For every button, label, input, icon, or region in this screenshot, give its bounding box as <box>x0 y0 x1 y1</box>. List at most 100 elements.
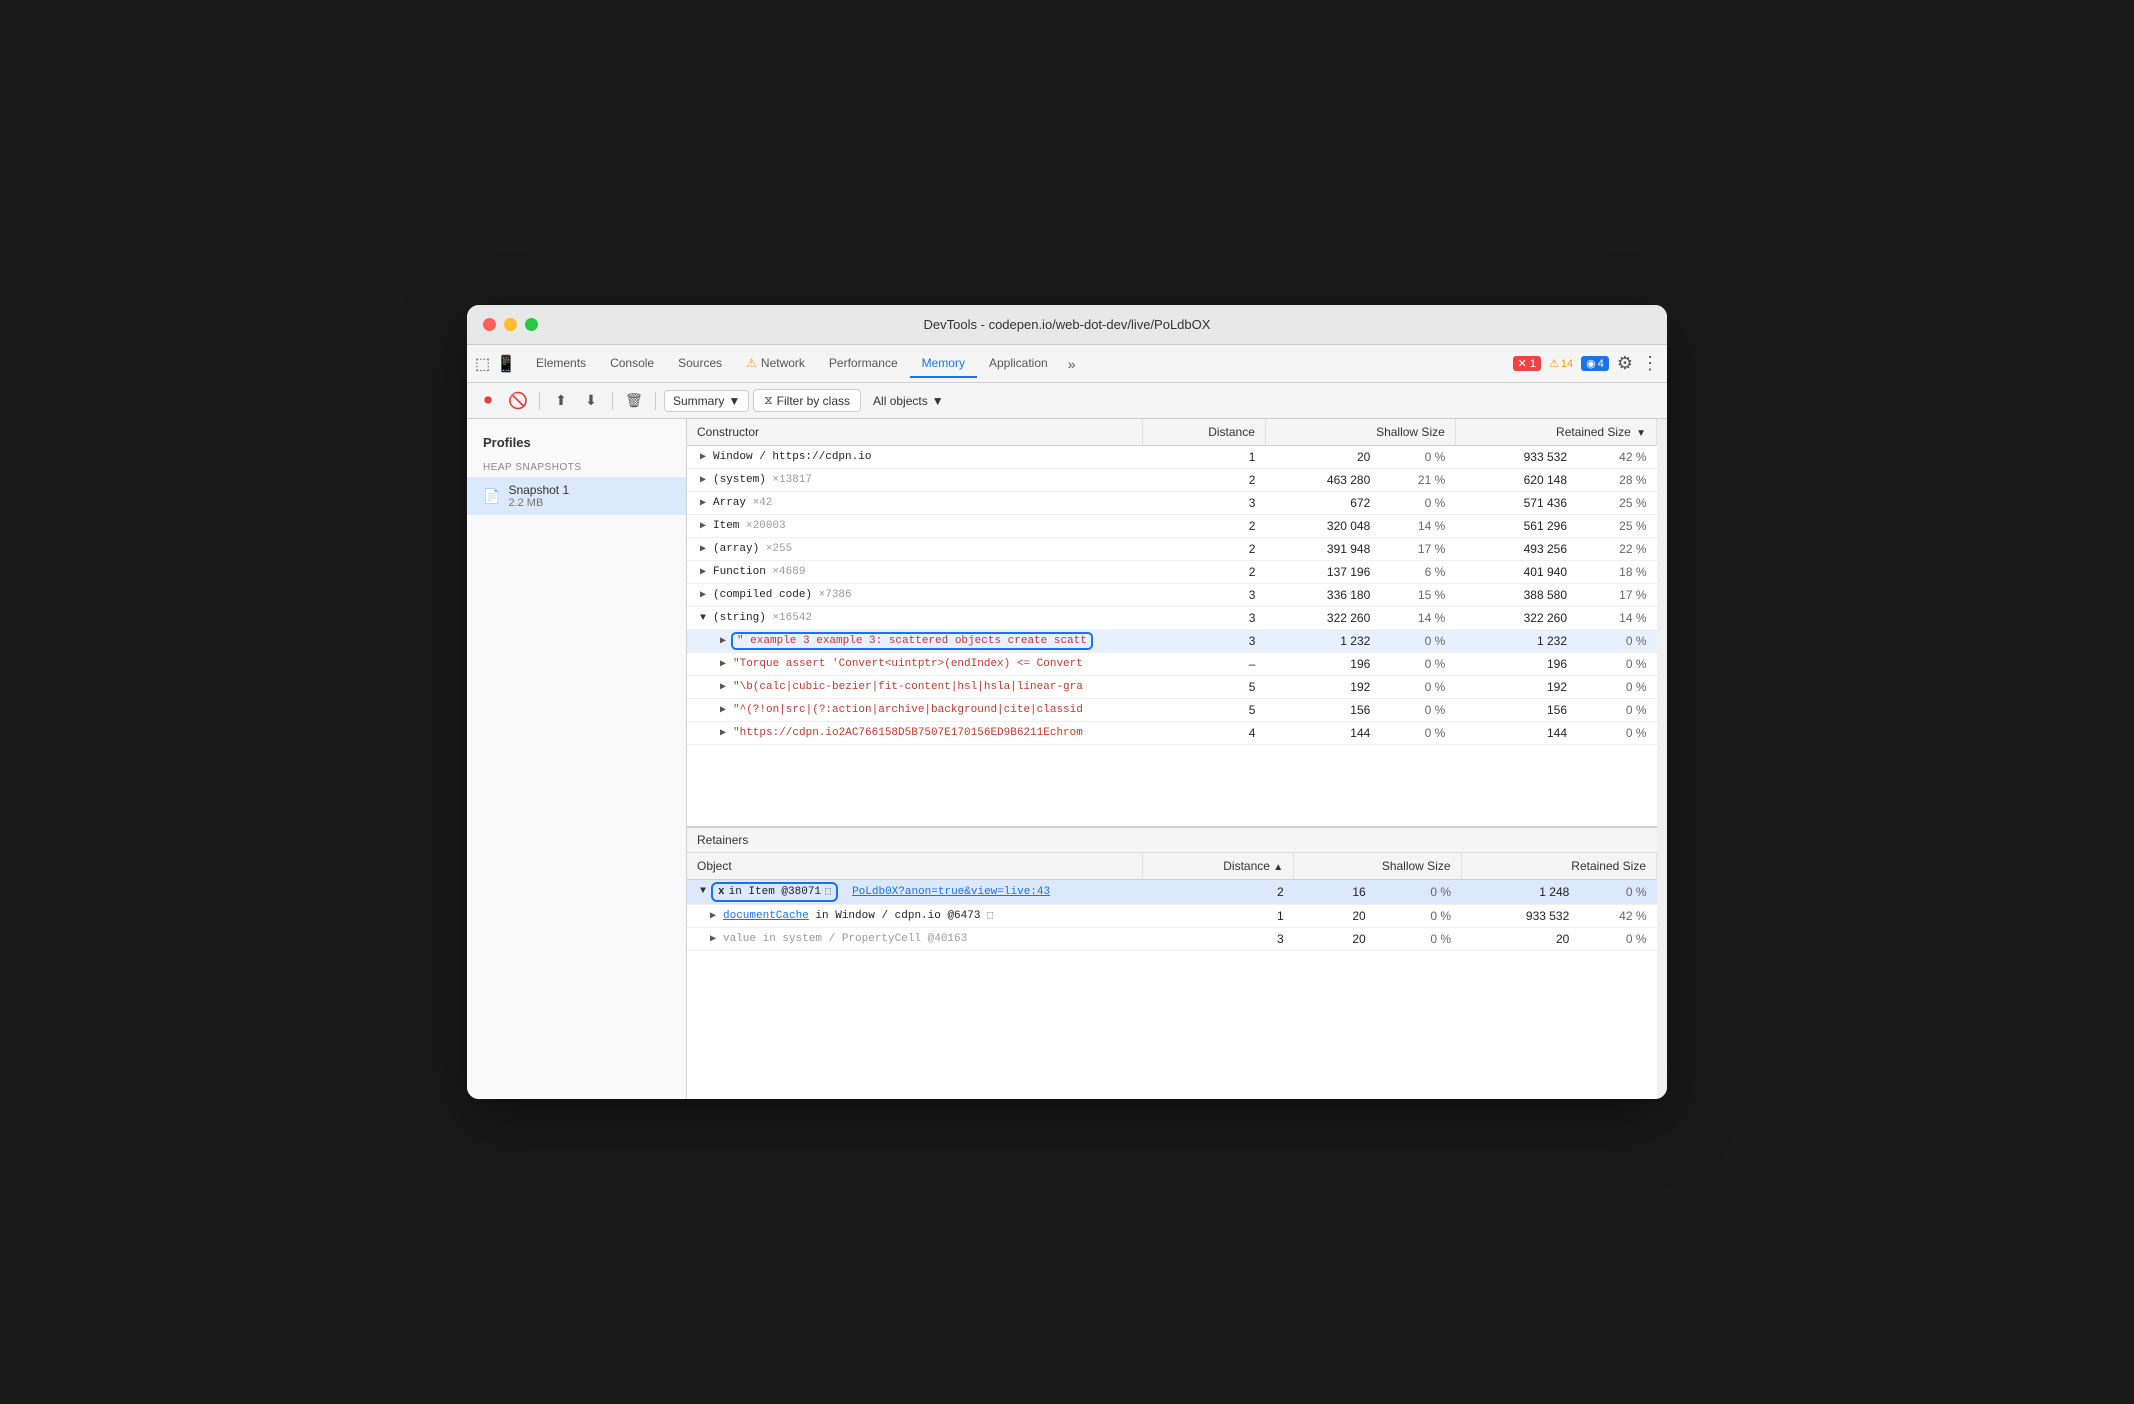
table-row[interactable]: ▶ documentCache in Window / cdpn.io @647… <box>687 904 1657 927</box>
error-badge[interactable]: ✕1 <box>1513 356 1541 371</box>
download-button[interactable]: ⬇ <box>578 388 604 414</box>
object-header[interactable]: Object <box>687 853 1143 880</box>
minimize-button[interactable] <box>504 318 517 331</box>
expand-icon[interactable]: ▶ <box>707 910 719 922</box>
chevron-down-icon: ▼ <box>728 394 740 408</box>
tab-application[interactable]: Application <box>977 350 1060 378</box>
device-icon[interactable]: 📱 <box>496 354 516 374</box>
expand-icon[interactable]: ▶ <box>697 451 709 463</box>
heap-table-header: Constructor Distance Shallow Size Retain… <box>687 419 1657 446</box>
window-icon-2: ⬚ <box>987 911 993 922</box>
main-content: Profiles HEAP SNAPSHOTS 📄 Snapshot 1 2.2… <box>467 419 1667 1099</box>
heap-snapshots-label: HEAP SNAPSHOTS <box>467 458 686 477</box>
table-row[interactable]: ▶ "^(?!on|src|(?:action|archive|backgrou… <box>687 699 1657 722</box>
snapshot-name: Snapshot 1 <box>508 483 569 497</box>
sidebar: Profiles HEAP SNAPSHOTS 📄 Snapshot 1 2.2… <box>467 419 687 1099</box>
tab-network[interactable]: ⚠ Network <box>734 350 817 378</box>
source-link[interactable]: PoLdb0X?anon=true&view=live:43 <box>852 886 1050 898</box>
settings-icon[interactable]: ⚙ <box>1617 353 1633 374</box>
constructor-header[interactable]: Constructor <box>687 419 1143 446</box>
all-objects-select[interactable]: All objects ▼ <box>865 391 952 411</box>
expand-icon[interactable]: ▶ <box>717 658 729 670</box>
toolbar-divider-1 <box>539 392 540 410</box>
traffic-lights <box>483 318 538 331</box>
filter-icon: ⧖ <box>764 393 772 408</box>
tab-right-badges: ✕1 ⚠14 ◉4 ⚙ ⋮ <box>1513 353 1659 374</box>
table-row[interactable]: ▶ (system) ×13817 2 463 280 21 % 620 148… <box>687 469 1657 492</box>
collapse-icon[interactable]: ▼ <box>697 612 709 624</box>
retained-size-header[interactable]: Retained Size ▼ <box>1455 419 1656 446</box>
data-panel: Constructor Distance Shallow Size Retain… <box>687 419 1657 1099</box>
toolbar-divider-3 <box>655 392 656 410</box>
info-badge[interactable]: ◉4 <box>1581 356 1609 371</box>
table-row[interactable]: ▼ (string) ×16542 3 322 260 14 % 322 260… <box>687 607 1657 630</box>
retainers-table-header: Object Distance ▲ Shallow Size Retained … <box>687 853 1657 880</box>
table-row[interactable]: ▶ Array ×42 3 672 0 % 571 436 25 % <box>687 492 1657 515</box>
network-warn-icon: ⚠ <box>746 356 757 370</box>
window-title: DevTools - codepen.io/web-dot-dev/live/P… <box>924 317 1211 332</box>
snapshot-icon: 📄 <box>483 488 500 505</box>
snapshot-item[interactable]: 📄 Snapshot 1 2.2 MB <box>467 477 686 515</box>
expand-icon[interactable]: ▶ <box>717 704 729 716</box>
collapse-icon[interactable]: ▼ <box>697 886 709 898</box>
tab-elements[interactable]: Elements <box>524 350 598 378</box>
toolbar: ⏺ 🚫 ⬆ ⬇ 🗑 Summary ▼ ⧖ Filter by class Al… <box>467 383 1667 419</box>
table-row[interactable]: ▼ x in Item @38071 ⬚ PoLdb0X?anon=true&v… <box>687 879 1657 904</box>
scrollbar[interactable] <box>1657 419 1667 1099</box>
table-row[interactable]: ▶ "Torque assert 'Convert<uintptr>(endIn… <box>687 653 1657 676</box>
expand-icon[interactable]: ▶ <box>697 497 709 509</box>
shallow-size-header[interactable]: Shallow Size <box>1265 419 1455 446</box>
expand-icon[interactable]: ▶ <box>697 566 709 578</box>
retainers-section: Retainers Object Distance ▲ Shallow Size <box>687 827 1657 1099</box>
inspect-icon[interactable]: ⬚ <box>475 354 490 374</box>
heap-table: Constructor Distance Shallow Size Retain… <box>687 419 1657 745</box>
ret-shallow-header[interactable]: Shallow Size <box>1294 853 1461 880</box>
tab-memory[interactable]: Memory <box>910 350 977 378</box>
warning-badge[interactable]: ⚠14 <box>1549 357 1573 370</box>
tab-performance[interactable]: Performance <box>817 350 910 378</box>
table-row[interactable]: ▶ Function ×4689 2 137 196 6 % 401 940 1… <box>687 561 1657 584</box>
expand-icon[interactable]: ▶ <box>697 520 709 532</box>
objects-chevron-icon: ▼ <box>932 394 944 408</box>
doc-cache-link[interactable]: documentCache <box>723 910 809 922</box>
retainers-table: Object Distance ▲ Shallow Size Retained … <box>687 853 1657 951</box>
collect-garbage-icon[interactable]: 🗑 <box>621 388 647 414</box>
table-row[interactable]: ▶ value in system / PropertyCell @40163 … <box>687 927 1657 950</box>
title-bar: DevTools - codepen.io/web-dot-dev/live/P… <box>467 305 1667 345</box>
distance-header[interactable]: Distance <box>1143 419 1266 446</box>
tab-console[interactable]: Console <box>598 350 666 378</box>
maximize-button[interactable] <box>525 318 538 331</box>
table-row[interactable]: ▶ "\b(calc|cubic-bezier|fit-content|hsl|… <box>687 676 1657 699</box>
clear-button[interactable]: 🚫 <box>505 388 531 414</box>
filter-by-class-button[interactable]: ⧖ Filter by class <box>753 389 861 412</box>
table-row[interactable]: ▶ (array) ×255 2 391 948 17 % 493 256 22… <box>687 538 1657 561</box>
record-button[interactable]: ⏺ <box>475 388 501 414</box>
expand-icon[interactable]: ▶ <box>717 635 729 647</box>
heap-table-container[interactable]: Constructor Distance Shallow Size Retain… <box>687 419 1657 827</box>
more-options-icon[interactable]: ⋮ <box>1641 353 1659 374</box>
expand-icon[interactable]: ▶ <box>697 474 709 486</box>
table-row[interactable]: ▶ Item ×20003 2 320 048 14 % 561 296 25 … <box>687 515 1657 538</box>
ret-distance-header[interactable]: Distance ▲ <box>1143 853 1294 880</box>
table-row[interactable]: ▶ " example 3 example 3: scattered objec… <box>687 630 1657 653</box>
expand-icon[interactable]: ▶ <box>717 727 729 739</box>
table-row[interactable]: ▶ Window / https://cdpn.io 1 20 0 % 933 … <box>687 446 1657 469</box>
snapshot-size: 2.2 MB <box>508 497 569 509</box>
expand-icon[interactable]: ▶ <box>697 589 709 601</box>
close-button[interactable] <box>483 318 496 331</box>
more-tabs-icon[interactable]: » <box>1060 356 1084 372</box>
tab-sources[interactable]: Sources <box>666 350 734 378</box>
expand-icon[interactable]: ▶ <box>707 933 719 945</box>
ret-retained-header[interactable]: Retained Size <box>1461 853 1656 880</box>
summary-select[interactable]: Summary ▼ <box>664 390 749 412</box>
expand-icon[interactable]: ▶ <box>717 681 729 693</box>
table-row[interactable]: ▶ (compiled code) ×7386 3 336 180 15 % 3… <box>687 584 1657 607</box>
upload-button[interactable]: ⬆ <box>548 388 574 414</box>
toolbar-divider-2 <box>612 392 613 410</box>
devtools-tab-bar: ⬚ 📱 Elements Console Sources ⚠ Network P… <box>467 345 1667 383</box>
profiles-title: Profiles <box>467 431 686 458</box>
expand-icon[interactable]: ▶ <box>697 543 709 555</box>
sort-asc-icon: ▲ <box>1273 862 1283 873</box>
sort-desc-icon: ▼ <box>1636 428 1646 439</box>
table-row[interactable]: ▶ "https://cdpn.io2AC766158D5B7507E17015… <box>687 722 1657 745</box>
